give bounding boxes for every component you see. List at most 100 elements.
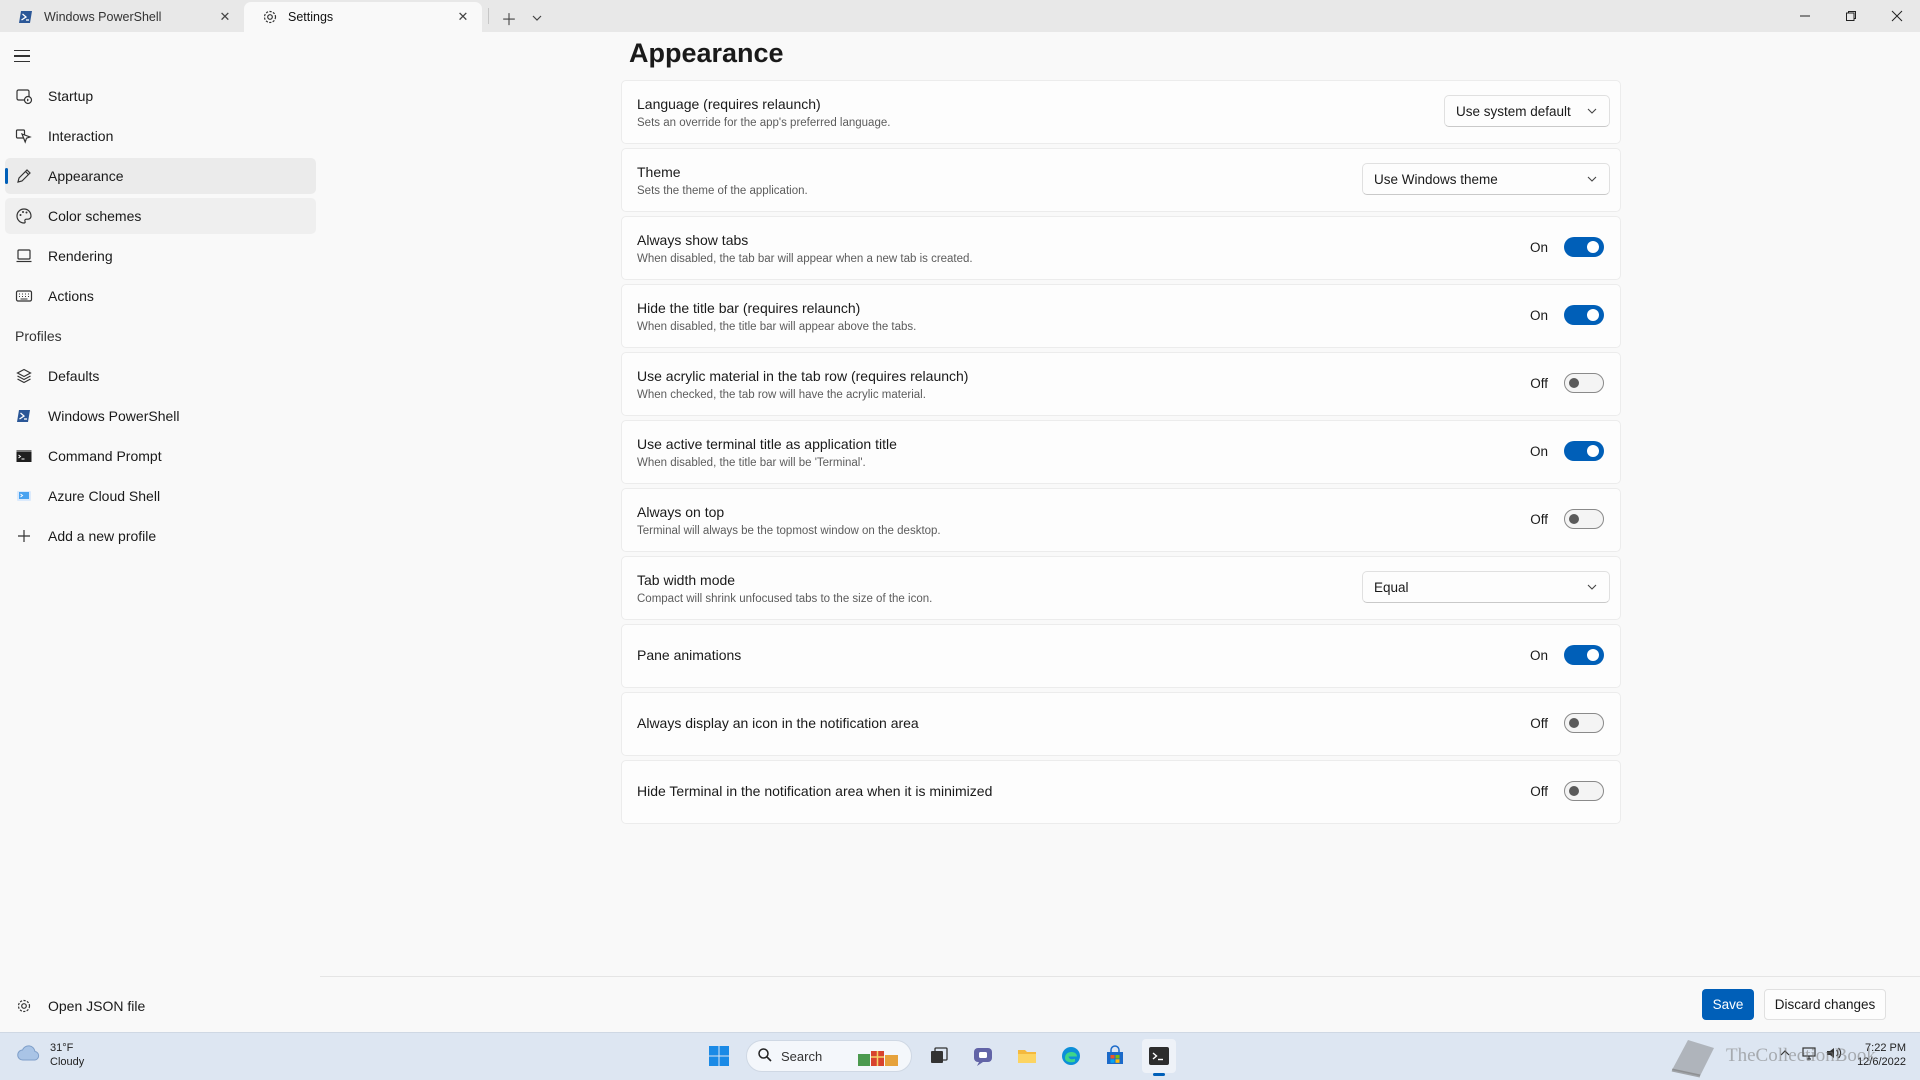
hide-title-bar-toggle[interactable] [1564, 305, 1604, 325]
plus-icon [15, 527, 33, 545]
setting-title: Tab width mode [637, 572, 736, 588]
setting-theme: Theme Sets the theme of the application.… [621, 148, 1621, 212]
powershell-icon [15, 407, 33, 425]
sidebar-item-command-prompt[interactable]: Command Prompt [5, 438, 316, 474]
language-dropdown[interactable]: Use system default [1444, 95, 1610, 127]
notification-icon-toggle[interactable] [1564, 713, 1604, 733]
sidebar-item-add-new-profile[interactable]: Add a new profile [5, 518, 316, 554]
watermark-text: TheCollectionBook [1726, 1045, 1876, 1066]
weather-widget[interactable]: 31°F Cloudy [16, 1041, 84, 1069]
sidebar-item-color-schemes[interactable]: Color schemes [5, 198, 316, 234]
divider [488, 8, 489, 24]
gift-icon [858, 1051, 898, 1066]
setting-description: Sets the theme of the application. [637, 185, 808, 197]
setting-description: Sets an override for the app's preferred… [637, 117, 891, 129]
chevron-down-icon[interactable] [523, 4, 551, 32]
edge-browser-icon[interactable] [1054, 1039, 1088, 1073]
pane-animations-toggle[interactable] [1564, 645, 1604, 665]
close-icon[interactable]: ✕ [454, 8, 472, 26]
toggle-state-label: Off [1530, 783, 1548, 799]
toggle-group: Off [1526, 509, 1604, 529]
tab-windows-powershell[interactable]: Windows PowerShell ✕ [0, 2, 244, 32]
setting-description: When disabled, the title bar will appear… [637, 321, 917, 333]
setting-minimize-to-notification-area: Hide Terminal in the notification area w… [621, 760, 1621, 824]
toggle-state-label: Off [1530, 375, 1548, 391]
restore-icon[interactable] [1828, 0, 1874, 32]
save-button[interactable]: Save [1702, 989, 1754, 1020]
acrylic-tab-row-toggle[interactable] [1564, 373, 1604, 393]
setting-description: When checked, the tab row will have the … [637, 389, 926, 401]
sidebar-item-defaults[interactable]: Defaults [5, 358, 316, 394]
minimize-to-notification-area-toggle[interactable] [1564, 781, 1604, 801]
sidebar-item-startup[interactable]: Startup [5, 78, 316, 114]
toggle-state-label: On [1529, 307, 1548, 323]
windows-start-icon[interactable] [702, 1039, 736, 1073]
close-icon[interactable]: ✕ [216, 8, 234, 26]
sidebar-item-actions[interactable]: Actions [5, 278, 316, 314]
search-icon [757, 1047, 773, 1066]
setting-title: Always on top [637, 504, 725, 520]
sidebar-item-label: Windows PowerShell [48, 408, 180, 424]
sidebar-item-appearance[interactable]: Appearance [5, 158, 316, 194]
always-show-tabs-toggle[interactable] [1564, 237, 1604, 257]
pointer-icon [15, 127, 33, 145]
minimize-icon[interactable] [1782, 0, 1828, 32]
sidebar-item-label: Startup [48, 88, 94, 104]
taskbar-search[interactable]: Search [746, 1040, 912, 1072]
file-explorer-icon[interactable] [1010, 1039, 1044, 1073]
setting-description: Compact will shrink unfocused tabs to th… [637, 593, 933, 605]
page-title: Appearance [629, 38, 784, 68]
toggle-state-label: On [1529, 239, 1548, 255]
keyboard-icon [15, 287, 33, 305]
hamburger-menu-icon[interactable] [14, 46, 34, 66]
active-terminal-title-toggle[interactable] [1564, 441, 1604, 461]
sidebar-item-label: Interaction [48, 128, 114, 144]
tab-width-mode-dropdown[interactable]: Equal [1362, 571, 1610, 603]
search-placeholder: Search [781, 1048, 823, 1064]
book-icon [1671, 1040, 1714, 1078]
title-bar: Windows PowerShell ✕ Settings ✕ ＋ [0, 0, 1920, 32]
weather-temperature: 31°F [50, 1042, 74, 1054]
toggle-group: Off [1526, 781, 1604, 801]
tab-settings[interactable]: Settings ✕ [244, 2, 482, 32]
chevron-down-icon [1587, 108, 1597, 114]
sidebar-item-label: Azure Cloud Shell [48, 488, 161, 504]
setting-description: When disabled, the tab bar will appear w… [637, 253, 973, 265]
gear-icon [15, 997, 33, 1015]
store-icon[interactable] [1098, 1039, 1132, 1073]
setting-active-terminal-title: Use active terminal title as application… [621, 420, 1621, 484]
terminal-icon[interactable] [1142, 1039, 1176, 1076]
profiles-section-label: Profiles [15, 328, 62, 344]
close-window-icon[interactable] [1874, 0, 1920, 32]
watermark: TheCollectionBook [1666, 1032, 1876, 1080]
setting-acrylic-tab-row: Use acrylic material in the tab row (req… [621, 352, 1621, 416]
sidebar-item-label: Add a new profile [48, 528, 157, 544]
theme-dropdown[interactable]: Use Windows theme [1362, 163, 1610, 195]
setting-title: Always display an icon in the notificati… [637, 715, 919, 731]
setting-always-show-tabs: Always show tabs When disabled, the tab … [621, 216, 1621, 280]
powershell-icon [18, 9, 34, 25]
monitor-icon [15, 247, 33, 265]
tab-label: Settings [288, 10, 334, 24]
setting-always-on-top: Always on top Terminal will always be th… [621, 488, 1621, 552]
setting-title: Theme [637, 164, 681, 180]
open-json-label: Open JSON file [48, 998, 146, 1014]
open-json-file-button[interactable]: Open JSON file [5, 988, 145, 1024]
sidebar: Startup Interaction Appearance Color sch… [0, 32, 320, 1032]
plus-icon[interactable]: ＋ [495, 4, 523, 32]
setting-tab-width-mode: Tab width mode Compact will shrink unfoc… [621, 556, 1621, 620]
cmd-icon [15, 447, 33, 465]
task-view-icon[interactable] [922, 1039, 956, 1073]
chat-icon[interactable] [966, 1039, 1000, 1073]
dropdown-value: Use Windows theme [1374, 171, 1498, 187]
always-on-top-toggle[interactable] [1564, 509, 1604, 529]
discard-changes-button[interactable]: Discard changes [1764, 989, 1886, 1020]
sidebar-item-windows-powershell[interactable]: Windows PowerShell [5, 398, 316, 434]
sidebar-item-azure-cloud-shell[interactable]: Azure Cloud Shell [5, 478, 316, 514]
taskbar: 31°F Cloudy Search 7:22 PM 12/6/2022 [0, 1032, 1920, 1080]
layers-icon [15, 367, 33, 385]
sidebar-item-interaction[interactable]: Interaction [5, 118, 316, 154]
sidebar-item-rendering[interactable]: Rendering [5, 238, 316, 274]
azure-icon [15, 487, 33, 505]
toggle-state-label: Off [1530, 511, 1548, 527]
